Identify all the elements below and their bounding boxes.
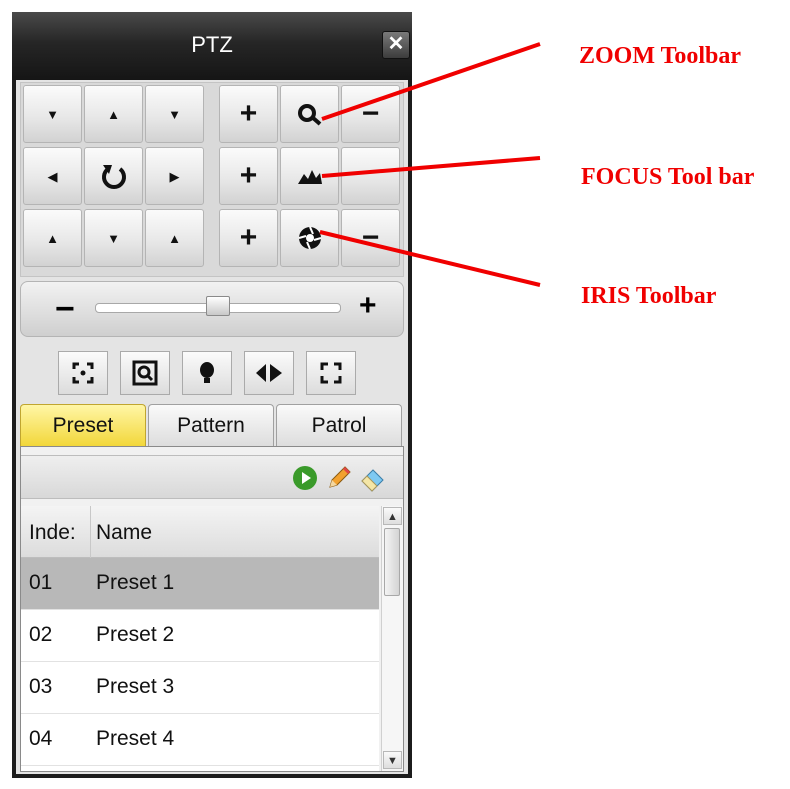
row-index: 04 — [29, 727, 53, 750]
scroll-down-button[interactable]: ▼ — [383, 751, 402, 769]
zoom-in-button[interactable]: + — [219, 85, 278, 143]
title-bar: PTZ ✕ — [12, 12, 412, 80]
iris-open-button[interactable]: + — [219, 209, 278, 267]
eraser-icon[interactable] — [359, 464, 387, 492]
scroll-up-button[interactable]: ▲ — [383, 507, 402, 525]
zoom-icon — [297, 104, 321, 126]
auto-focus-icon — [320, 362, 342, 384]
table-row[interactable]: 01 Preset 1 — [21, 558, 379, 610]
minus-icon: − — [361, 97, 380, 130]
zoom-frame-icon — [132, 360, 158, 386]
tab-preset[interactable]: Preset — [20, 404, 146, 446]
light-icon — [200, 362, 214, 383]
focus-toolbar-annotation: FOCUS Tool bar — [581, 164, 755, 190]
iris-toolbar-annotation: IRIS Toolbar — [581, 283, 717, 309]
ptz-body: ▼ ▲ ▼ ◀ ▶ ▲ ▼ ▲ + − + + − − + Preset Pat… — [16, 80, 408, 774]
table-header: Inde: Name — [21, 506, 379, 558]
window-title: PTZ — [191, 32, 233, 57]
wiper-icon — [256, 364, 282, 382]
iris-label-icon-cell — [280, 209, 339, 267]
pan-up-right-button[interactable]: ▼ — [145, 85, 204, 143]
pan-up-left-button[interactable]: ▼ — [23, 85, 82, 143]
row-index: 02 — [29, 623, 53, 646]
pencil-icon[interactable] — [325, 464, 353, 492]
focus-far-button[interactable] — [341, 147, 400, 205]
column-header-index[interactable]: Inde: — [29, 521, 76, 545]
tilt-down-button[interactable]: ▼ — [84, 209, 143, 267]
row-name: Preset 1 — [96, 571, 175, 594]
plus-icon: + — [239, 221, 258, 254]
row-index: 01 — [29, 571, 53, 594]
preset-toolbar — [21, 455, 403, 499]
rotate-icon — [101, 165, 126, 189]
light-button[interactable] — [182, 351, 232, 395]
focus-near-button[interactable]: + — [219, 147, 278, 205]
row-index: 03 — [29, 675, 53, 698]
arrow-right-icon: ▶ — [169, 168, 180, 184]
iris-icon — [298, 226, 321, 250]
focus-icon — [297, 170, 322, 184]
3d-positioning-button[interactable] — [58, 351, 108, 395]
speed-slider-bar: − + — [20, 281, 404, 337]
arrow-up-right-icon: ▼ — [168, 106, 181, 122]
arrow-up-left-icon: ▼ — [46, 106, 59, 122]
vertical-scrollbar[interactable]: ▲ ▼ — [381, 506, 403, 771]
row-name: Preset 3 — [96, 675, 175, 698]
table-row[interactable]: 04 Preset 4 — [21, 714, 379, 766]
focus-label-icon-cell — [280, 147, 339, 205]
row-name: Preset 2 — [96, 623, 175, 646]
table-row[interactable]: 02 Preset 2 — [21, 610, 379, 662]
arrow-left-icon: ◀ — [47, 168, 58, 184]
close-button[interactable]: ✕ — [382, 31, 410, 59]
iris-close-button[interactable]: − — [341, 209, 400, 267]
plus-icon: + — [239, 97, 258, 130]
preset-list-area: Inde: Name 01 Preset 1 02 Preset 2 03 Pr… — [20, 446, 404, 772]
ptz-panel: PTZ ✕ ▼ ▲ ▼ ◀ ▶ ▲ ▼ ▲ + − + + − − + Pres… — [12, 12, 412, 778]
zoom-out-button[interactable]: − — [341, 85, 400, 143]
scroll-thumb[interactable] — [384, 528, 400, 596]
auto-focus-button[interactable] — [306, 351, 356, 395]
arrow-down-left-icon: ▲ — [46, 230, 59, 246]
arrow-down-right-icon: ▲ — [168, 230, 181, 246]
speed-increase-button[interactable]: + — [359, 289, 377, 323]
play-icon[interactable] — [291, 464, 319, 492]
zoom-frame-button[interactable] — [120, 351, 170, 395]
column-header-name[interactable]: Name — [96, 521, 152, 545]
arrow-down-icon: ▼ — [107, 230, 120, 246]
pan-left-button[interactable]: ◀ — [23, 147, 82, 205]
ptz-control-grid: ▼ ▲ ▼ ◀ ▶ ▲ ▼ ▲ + − + + − — [20, 82, 404, 277]
tab-patrol[interactable]: Patrol — [276, 404, 402, 446]
row-name: Preset 4 — [96, 727, 175, 750]
table-row[interactable]: 03 Preset 3 — [21, 662, 379, 714]
arrow-up-icon: ▲ — [107, 106, 120, 122]
plus-icon: + — [239, 159, 258, 192]
tilt-up-button[interactable]: ▲ — [84, 85, 143, 143]
speed-decrease-button[interactable]: − — [55, 290, 75, 329]
zoom-label-icon-cell — [280, 85, 339, 143]
pan-down-right-button[interactable]: ▲ — [145, 209, 204, 267]
column-divider — [90, 506, 91, 558]
3d-positioning-icon — [72, 362, 94, 384]
tab-pattern[interactable]: Pattern — [148, 404, 274, 446]
preset-table: Inde: Name 01 Preset 1 02 Preset 2 03 Pr… — [21, 506, 379, 771]
pan-down-left-button[interactable]: ▲ — [23, 209, 82, 267]
zoom-toolbar-annotation: ZOOM Toolbar — [579, 43, 742, 69]
auto-scan-button[interactable] — [84, 147, 143, 205]
minus-icon: − — [361, 221, 380, 254]
pan-right-button[interactable]: ▶ — [145, 147, 204, 205]
speed-slider-thumb[interactable] — [206, 296, 230, 316]
wiper-button[interactable] — [244, 351, 294, 395]
